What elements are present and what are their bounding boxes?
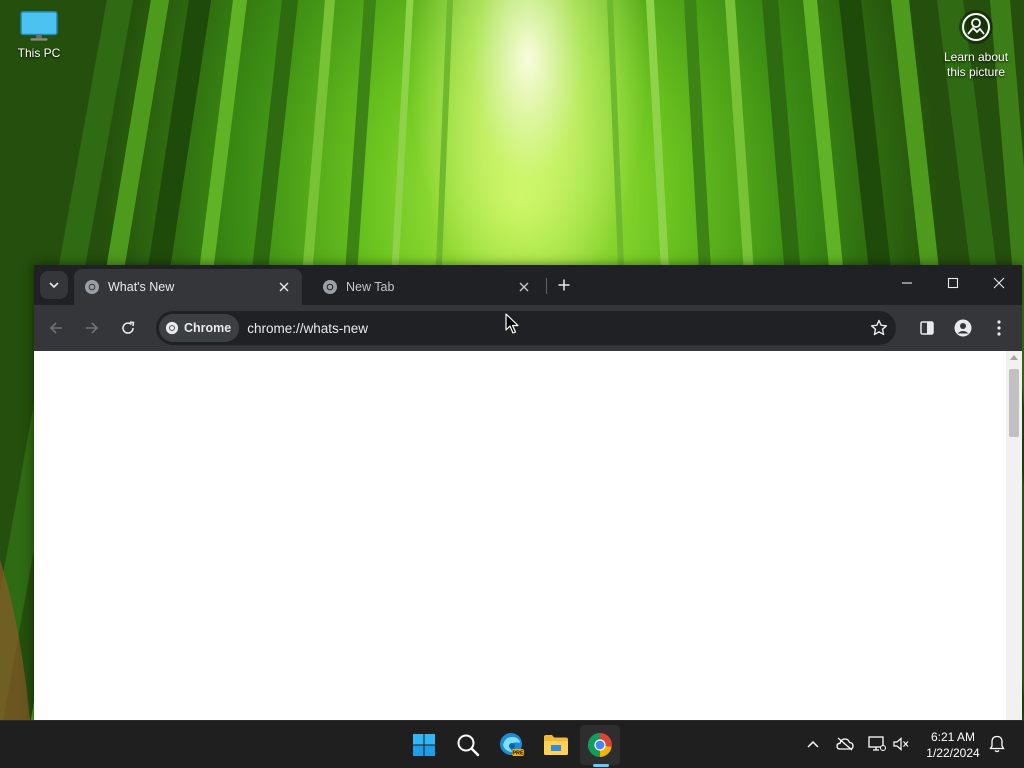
chevron-down-icon	[49, 282, 59, 289]
scroll-up-arrow[interactable]	[1010, 355, 1018, 360]
onedrive-tray-button[interactable]	[834, 733, 856, 755]
close-icon	[993, 277, 1005, 289]
side-panel-icon	[920, 321, 934, 335]
vertical-scrollbar[interactable]	[1006, 351, 1022, 720]
taskbar: PRE 6:21 AM 1/22/2024	[0, 720, 1024, 768]
maximize-icon	[947, 277, 959, 289]
back-button[interactable]	[42, 314, 70, 342]
site-info-label: Chrome	[184, 321, 232, 335]
svg-text:PRE: PRE	[512, 751, 524, 757]
edge-pre-button[interactable]: PRE	[492, 725, 532, 765]
volume-muted-icon	[893, 737, 909, 751]
mouse-cursor-icon	[505, 313, 519, 334]
chrome-taskbar-button[interactable]	[580, 725, 620, 765]
start-button[interactable]	[404, 725, 444, 765]
bookmark-star-icon[interactable]	[870, 319, 888, 337]
folder-icon	[544, 735, 568, 755]
chrome-menu-button[interactable]	[985, 314, 1013, 342]
active-app-indicator	[593, 764, 609, 767]
show-hidden-icons-button[interactable]	[802, 733, 824, 755]
tab-search-button[interactable]	[40, 271, 68, 299]
clock-date: 1/22/2024	[926, 746, 980, 760]
camera-info-icon	[959, 10, 993, 44]
minimize-icon	[902, 282, 912, 284]
forward-button[interactable]	[78, 314, 106, 342]
taskbar-search-button[interactable]	[448, 725, 488, 765]
windows-start-icon	[413, 734, 435, 756]
learn-about-picture-button[interactable]: Learn about this picture	[936, 10, 1016, 80]
scrollbar-thumb[interactable]	[1009, 369, 1019, 437]
bell-icon	[989, 735, 1005, 753]
address-bar[interactable]: Chrome chrome://whats-new	[156, 311, 896, 345]
site-info-chip[interactable]: Chrome	[159, 314, 240, 342]
learn-about-picture-label: Learn about this picture	[943, 50, 1009, 79]
onedrive-offline-icon	[836, 737, 854, 751]
network-icon	[868, 736, 886, 751]
tab-close-button[interactable]	[276, 279, 292, 295]
file-explorer-button[interactable]	[536, 725, 576, 765]
browser-toolbar: Chrome chrome://whats-new	[34, 305, 1022, 351]
chrome-icon	[587, 733, 612, 758]
network-tray-button[interactable]	[866, 733, 888, 755]
reload-icon	[122, 321, 135, 334]
close-icon	[279, 282, 289, 292]
tab-separator	[546, 278, 547, 294]
profile-avatar-icon	[954, 319, 972, 337]
profile-button[interactable]	[949, 314, 977, 342]
search-icon	[457, 734, 480, 757]
edge-pre-icon: PRE	[500, 733, 524, 757]
desktop-icon-label: This PC	[17, 46, 61, 60]
tab-new-tab[interactable]: New Tab	[312, 269, 542, 305]
new-tab-button[interactable]	[552, 273, 576, 297]
minimize-button[interactable]	[884, 265, 930, 301]
tab-whats-new[interactable]: What's New	[74, 269, 302, 305]
more-vertical-icon	[997, 320, 1001, 336]
page-content[interactable]	[34, 351, 1022, 720]
clock-time: 6:21 AM	[930, 730, 976, 744]
arrow-left-icon	[49, 322, 62, 334]
chevron-up-icon	[807, 740, 819, 748]
plus-icon	[558, 279, 570, 291]
arrow-right-icon	[86, 322, 99, 334]
taskbar-clock[interactable]: 6:21 AM 1/22/2024	[918, 729, 988, 761]
close-icon	[519, 282, 529, 292]
volume-tray-button[interactable]	[890, 733, 912, 755]
desktop-icon-this-pc[interactable]: This PC	[10, 10, 68, 60]
notifications-button[interactable]	[986, 733, 1008, 755]
tab-title: New Tab	[346, 280, 395, 294]
side-panel-button[interactable]	[913, 314, 941, 342]
tab-strip: What's New New Tab	[34, 265, 1022, 305]
reload-button[interactable]	[114, 314, 142, 342]
monitor-icon	[20, 11, 58, 41]
chrome-favicon-icon	[323, 280, 337, 294]
chrome-favicon-icon	[85, 280, 99, 294]
tab-close-button[interactable]	[516, 279, 532, 295]
chrome-logo-icon	[165, 321, 179, 335]
close-window-button[interactable]	[976, 265, 1022, 301]
url-text[interactable]: chrome://whats-new	[247, 321, 368, 336]
maximize-button[interactable]	[930, 265, 976, 301]
tab-title: What's New	[108, 280, 175, 294]
chrome-window: What's New New Tab Chrome chrome://whats…	[34, 265, 1022, 720]
